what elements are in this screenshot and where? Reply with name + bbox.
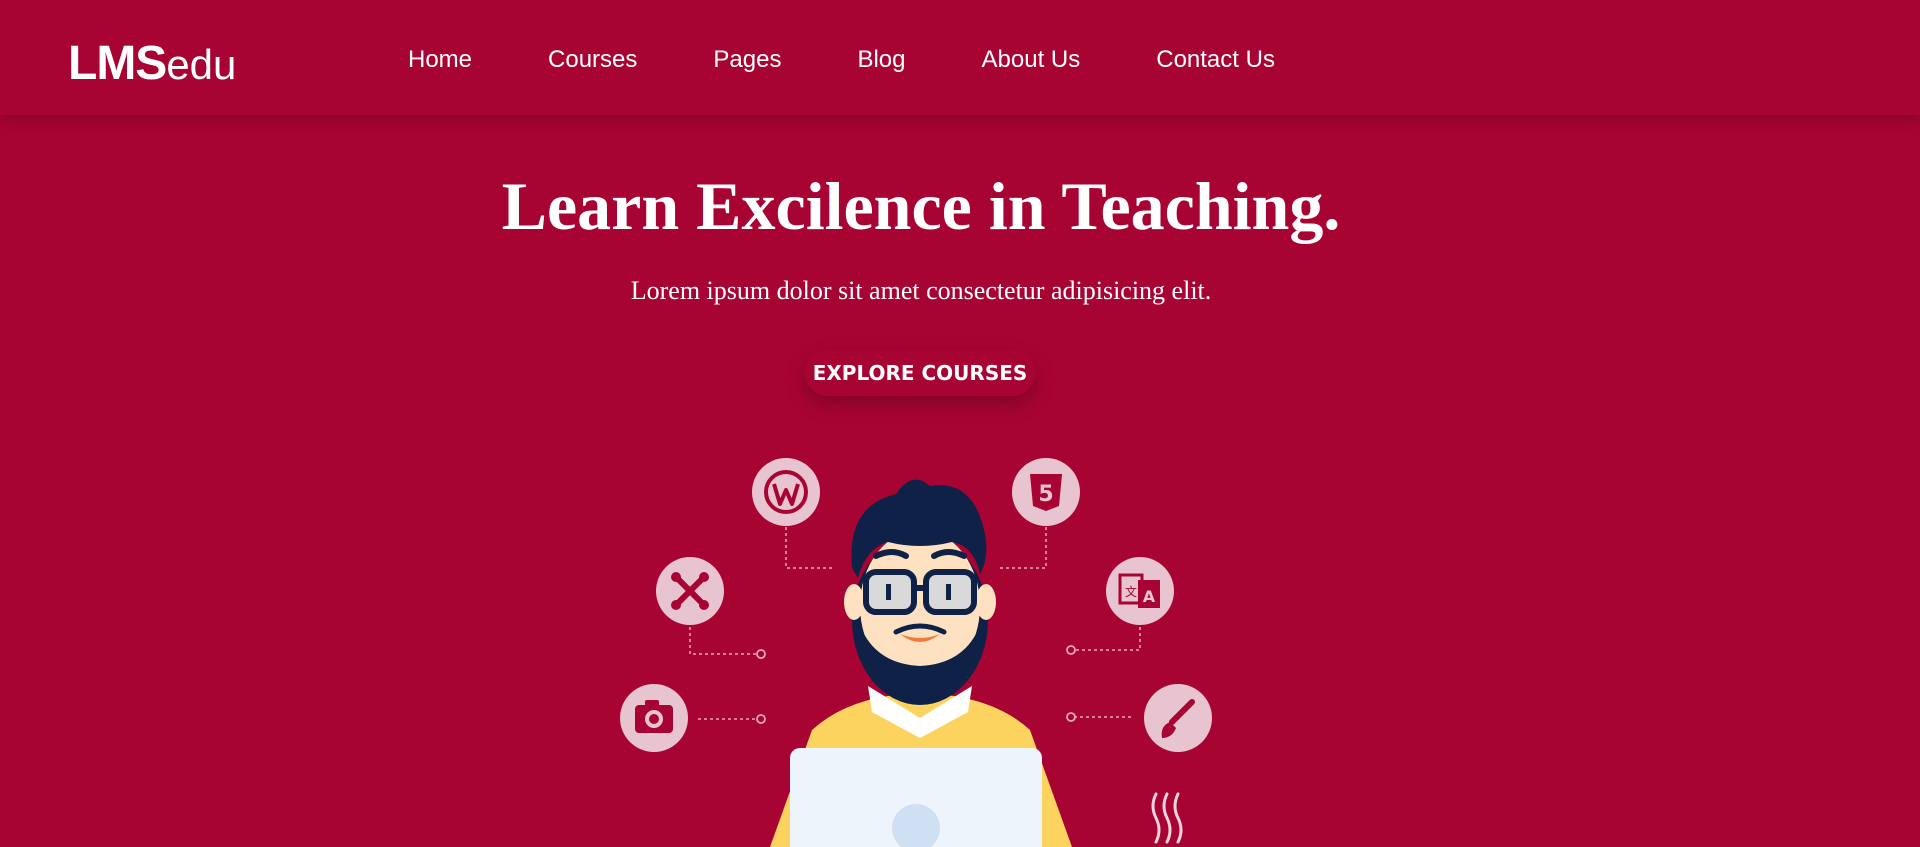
html5-icon: 5 [1012, 458, 1080, 526]
nav-item-courses[interactable]: Courses [548, 46, 637, 74]
svg-text:A: A [1143, 587, 1156, 606]
nav-item-about-us[interactable]: About Us [982, 46, 1081, 74]
hero-illustration: 5 A 文 [620, 458, 1212, 847]
logo-bold-text: LMS [68, 37, 167, 90]
nav-item-blog[interactable]: Blog [857, 46, 905, 74]
hero-subtitle: Lorem ipsum dolor sit amet consectetur a… [630, 276, 1212, 305]
paintbrush-icon [1144, 684, 1212, 752]
main-nav: Home Courses Pages Blog About Us Contact… [408, 46, 1351, 74]
navbar: LMS edu Home Courses Pages Blog About Us… [0, 0, 1920, 115]
svg-text:文: 文 [1125, 584, 1137, 599]
nav-item-home[interactable]: Home [408, 46, 472, 74]
camera-icon [620, 684, 688, 752]
laptop [790, 748, 1042, 847]
nav-item-pages[interactable]: Pages [713, 46, 781, 74]
html5-digit: 5 [1038, 482, 1053, 507]
wordpress-icon [752, 458, 820, 526]
translate-icon: A 文 [1106, 557, 1174, 625]
explore-courses-button[interactable]: EXPLORE COURSES [805, 350, 1035, 396]
hero-title: Learn Excilence in Teaching. [501, 168, 1341, 244]
joomla-icon [656, 557, 724, 625]
logo[interactable]: LMS edu [68, 36, 236, 91]
logo-light-text: edu [166, 41, 237, 88]
steam [1151, 792, 1183, 844]
nav-item-contact-us[interactable]: Contact Us [1156, 46, 1275, 74]
